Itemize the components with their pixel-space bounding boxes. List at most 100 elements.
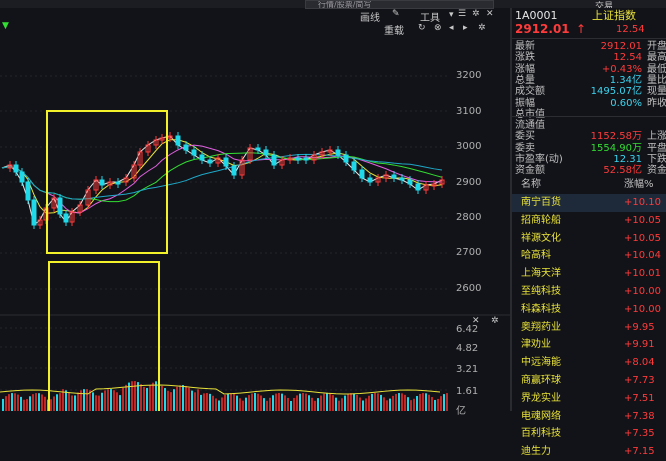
volume-bar xyxy=(26,399,28,411)
stock-name: 迪生力 xyxy=(521,446,551,458)
stock-list-item[interactable]: 南宁百货 +10.10 xyxy=(512,194,666,212)
candle xyxy=(367,177,373,183)
stock-change-pct: +10.04 xyxy=(624,250,662,262)
candle xyxy=(25,181,31,201)
volume-bar xyxy=(410,400,412,411)
stock-name: 南宁百货 xyxy=(521,197,561,208)
volume-bar xyxy=(143,386,145,411)
price-tick: 3100 xyxy=(456,106,482,117)
volume-bar xyxy=(257,393,259,411)
volume-bar xyxy=(152,382,154,411)
stock-change-pct: +8.04 xyxy=(624,357,655,369)
volume-bar xyxy=(299,393,301,411)
volume-bar xyxy=(32,394,34,411)
volume-bar xyxy=(446,393,448,411)
index-price: 2912.01 xyxy=(515,22,570,36)
volume-bar xyxy=(266,400,268,411)
volume-bar xyxy=(224,395,226,411)
stock-name: 奥翔药业 xyxy=(521,321,561,333)
volume-bar xyxy=(362,400,364,411)
volume-bar xyxy=(104,390,106,411)
volume-bar xyxy=(260,395,262,411)
candle xyxy=(255,147,261,151)
index-change: 12.54 xyxy=(616,24,645,35)
candle xyxy=(295,157,301,161)
stock-list-item[interactable]: 商赢环球 +7.73 xyxy=(512,372,666,390)
list-header-pct[interactable]: 涨幅% xyxy=(624,176,654,194)
stock-list-item[interactable]: 哈高科 +10.04 xyxy=(512,247,666,265)
volume-bar xyxy=(164,388,166,411)
volume-bar xyxy=(113,390,115,411)
close-icon[interactable]: ✕ xyxy=(472,316,480,326)
volume-bar xyxy=(353,393,355,411)
volume-bar xyxy=(419,394,421,411)
stock-list-item[interactable]: 至纯科技 +10.00 xyxy=(512,283,666,301)
volume-bar xyxy=(314,400,316,411)
volume-bar xyxy=(131,381,133,411)
candle xyxy=(63,213,69,223)
volume-bar xyxy=(8,394,10,411)
volume-bar xyxy=(161,386,163,411)
volume-bar xyxy=(170,392,172,411)
stock-list-item[interactable]: 津劝业 +9.91 xyxy=(512,336,666,354)
stock-list-item[interactable]: 招商轮船 +10.05 xyxy=(512,212,666,230)
stock-list-item[interactable]: 上海天洋 +10.01 xyxy=(512,265,666,283)
stock-list-item[interactable]: 电魂网络 +7.38 xyxy=(512,408,666,426)
list-header-name[interactable]: 名称 xyxy=(521,176,541,194)
stock-list-header[interactable]: 名称 涨幅% xyxy=(512,176,666,194)
kline-chart[interactable] xyxy=(0,0,510,411)
volume-bar xyxy=(284,395,286,411)
volume-bar xyxy=(374,393,376,411)
volume-tick: 4.82 xyxy=(456,343,479,354)
volume-bar xyxy=(239,398,241,411)
stock-list-item[interactable]: 科森科技 +10.00 xyxy=(512,301,666,319)
volume-bar xyxy=(383,397,385,411)
stock-name: 中远海能 xyxy=(521,357,561,369)
volume-bar xyxy=(116,392,118,411)
volume-bar xyxy=(212,395,214,411)
price-tick: 2800 xyxy=(456,212,482,223)
volume-bar xyxy=(356,395,358,411)
volume-bar xyxy=(167,390,169,411)
stock-list-item[interactable]: 迪生力 +7.15 xyxy=(512,443,666,461)
candle xyxy=(191,149,197,156)
stock-change-pct: +10.10 xyxy=(624,197,662,208)
stock-list-item[interactable]: 祥源文化 +10.05 xyxy=(512,230,666,248)
volume-bar xyxy=(407,397,409,411)
volume-bar xyxy=(65,390,67,411)
candle xyxy=(359,169,365,179)
volume-bar xyxy=(95,395,97,411)
stock-list-item[interactable]: 百利科技 +7.35 xyxy=(512,425,666,443)
candle xyxy=(223,157,229,167)
volume-bar xyxy=(251,393,253,411)
volume-bar xyxy=(29,396,31,411)
chart-grid xyxy=(0,75,450,391)
stock-name: 百利科技 xyxy=(521,428,561,440)
stock-change-pct: +7.38 xyxy=(624,410,655,422)
stock-list-item[interactable]: 中远海能 +8.04 xyxy=(512,354,666,372)
up-arrow-icon: ↑ xyxy=(576,22,587,36)
volume-bar xyxy=(149,385,151,411)
volume-bar xyxy=(227,393,229,411)
volume-bar xyxy=(53,396,55,411)
ma-line-yellow xyxy=(1,139,443,214)
volume-bar xyxy=(200,394,202,411)
volume-bar xyxy=(122,387,124,411)
volume-bar xyxy=(14,393,16,411)
stock-change-pct: +10.05 xyxy=(624,214,662,226)
candle xyxy=(183,144,189,151)
stock-name: 科森科技 xyxy=(521,303,561,315)
volume-bar xyxy=(290,400,292,411)
stock-change-pct: +7.35 xyxy=(624,428,655,440)
volume-bar xyxy=(236,395,238,411)
volume-tick: 3.21 xyxy=(456,364,479,375)
volume-settings-icon[interactable]: ✲ xyxy=(491,316,499,326)
volume-bar xyxy=(311,397,313,411)
volume-bar xyxy=(392,395,394,411)
stock-list-item[interactable]: 界龙实业 +7.51 xyxy=(512,390,666,408)
stock-change-pct: +9.95 xyxy=(624,321,655,333)
volume-bar xyxy=(428,394,430,411)
volume-bar xyxy=(107,389,109,411)
volume-bar xyxy=(326,393,328,411)
stock-list-item[interactable]: 奥翔药业 +9.95 xyxy=(512,319,666,337)
